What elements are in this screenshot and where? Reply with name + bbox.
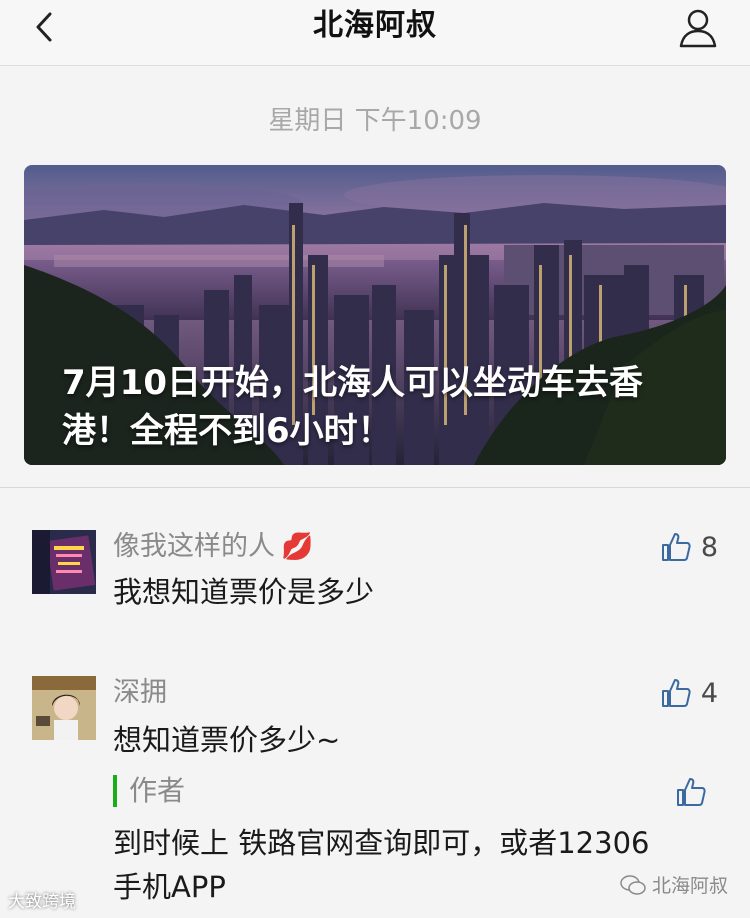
thumbs-up-icon [677, 778, 706, 806]
commenter-name: 深拥 [113, 677, 167, 708]
author-reply: 作者 到时候上 铁路官网查询即可，或者12306手机APP [32, 775, 718, 904]
watermark-right: 北海阿叔 [620, 871, 728, 898]
reply-like-button[interactable] [674, 775, 708, 809]
article-card[interactable]: 7月10日开始，北海人可以坐动车去香港！全程不到6小时！ [24, 165, 726, 465]
page-title: 北海阿叔 [313, 8, 437, 43]
avatar[interactable] [32, 676, 96, 740]
like-button[interactable]: 8 [659, 530, 718, 564]
like-button[interactable]: 4 [659, 676, 718, 710]
watermark-left: 大致跨境 [8, 892, 76, 912]
wechat-icon [620, 874, 646, 895]
reply-author-label: 作者 [113, 775, 185, 807]
commenter-name: 像我这样的人 💋 [113, 531, 314, 562]
message-timestamp: 星期日 下午10:09 [268, 106, 482, 136]
comment-item: 像我这样的人 💋 我想知道票价是多少 8 [32, 530, 718, 610]
comment-item: 深拥 想知道票价多少~ 4 作者 到时候上 铁路官网查询即可，或者12306手机… [32, 676, 718, 904]
lips-icon: 💋 [281, 532, 314, 562]
thumbs-up-icon [661, 533, 691, 561]
comment-text: 想知道票价多少~ [113, 723, 341, 757]
divider [0, 487, 750, 488]
profile-icon[interactable] [676, 6, 720, 50]
reply-text: 到时候上 铁路官网查询即可，或者12306手机APP [113, 826, 650, 904]
article-title: 7月10日开始，北海人可以坐动车去香港！全程不到6小时！ [62, 363, 643, 451]
navigation-bar: 北海阿叔 [0, 0, 750, 66]
thumbs-up-icon [661, 679, 691, 707]
like-count: 4 [700, 677, 718, 709]
avatar[interactable] [32, 530, 96, 594]
like-count: 8 [700, 531, 718, 563]
comment-text: 我想知道票价是多少 [113, 575, 375, 609]
